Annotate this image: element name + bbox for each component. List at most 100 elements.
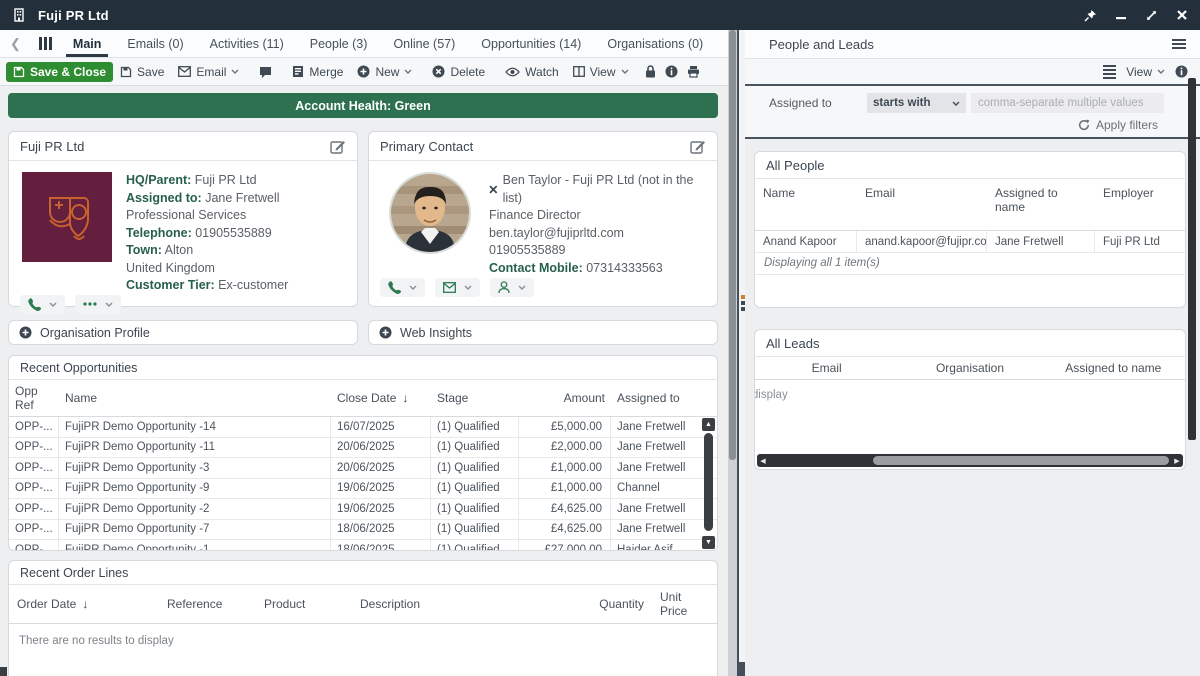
- chevron-down-icon: [952, 101, 960, 106]
- lock-icon[interactable]: [645, 65, 656, 78]
- column-header[interactable]: Order Date↓: [9, 585, 159, 623]
- filter-bar: Assigned to starts with Apply filters: [745, 86, 1200, 139]
- organisation-details: HQ/Parent: Fuji PR Ltd Assigned to: Jane…: [126, 172, 288, 295]
- tab-list-icon[interactable]: [31, 30, 60, 57]
- column-header[interactable]: Quantity: [502, 585, 652, 623]
- column-header[interactable]: Employer: [1095, 179, 1185, 230]
- apply-filters-button[interactable]: Apply filters: [769, 118, 1188, 132]
- organisation-profile-section[interactable]: Organisation Profile: [8, 320, 358, 345]
- tab-emails[interactable]: Emails (0): [114, 30, 196, 57]
- delete-button[interactable]: Delete: [425, 62, 492, 82]
- column-header[interactable]: Name: [59, 380, 331, 416]
- ellipsis-icon: [83, 302, 97, 306]
- menu-icon[interactable]: [1172, 39, 1186, 49]
- right-pane-scrollbar[interactable]: [1188, 78, 1196, 440]
- table-row[interactable]: OPP-...FujiPR Demo Opportunity -320/06/2…: [9, 458, 717, 479]
- close-icon[interactable]: [1176, 9, 1188, 21]
- table-row[interactable]: OPP-...FujiPR Demo Opportunity -219/06/2…: [9, 499, 717, 520]
- column-header[interactable]: Stage: [431, 380, 519, 416]
- filter-value-input[interactable]: [971, 93, 1164, 113]
- column-header[interactable]: Unit Price: [652, 585, 717, 623]
- tab-main[interactable]: Main: [60, 30, 114, 57]
- maximize-icon[interactable]: [1145, 9, 1158, 22]
- table-row[interactable]: OPP-...FujiPR Demo Opportunity -118/06/2…: [9, 540, 717, 550]
- email-button[interactable]: Email: [171, 62, 246, 82]
- filter-operator-select[interactable]: starts with: [867, 93, 966, 113]
- column-header[interactable]: Organisation: [898, 357, 1041, 379]
- column-header[interactable]: Opp Ref: [9, 380, 59, 416]
- column-header[interactable]: Email: [755, 357, 898, 379]
- save-button[interactable]: Save: [113, 62, 171, 82]
- tab-opportunities[interactable]: Opportunities (14): [468, 30, 594, 57]
- save-close-button[interactable]: Save & Close: [6, 62, 113, 82]
- primary-contact-title: Primary Contact: [380, 139, 473, 154]
- table-row[interactable]: OPP-...FujiPR Demo Opportunity -919/06/2…: [9, 479, 717, 500]
- pin-icon[interactable]: [1084, 9, 1097, 22]
- person-action-button[interactable]: [490, 278, 534, 297]
- panel-view-button[interactable]: View: [1124, 62, 1167, 82]
- window-title: Fuji PR Ltd: [38, 8, 109, 23]
- tab-online[interactable]: Online (57): [380, 30, 468, 57]
- watch-button[interactable]: Watch: [498, 62, 566, 82]
- remove-contact-icon[interactable]: [489, 185, 498, 194]
- column-header[interactable]: Close Date↓: [331, 380, 431, 416]
- column-header[interactable]: Reference: [159, 585, 256, 623]
- column-header[interactable]: Email: [857, 179, 987, 230]
- merge-icon: [292, 65, 304, 78]
- pane-splitter[interactable]: [737, 30, 745, 676]
- table-row[interactable]: OPP-...FujiPR Demo Opportunity -718/06/2…: [9, 520, 717, 541]
- column-header[interactable]: Assigned to name: [1042, 357, 1185, 379]
- tabs-back-icon[interactable]: ❮: [0, 30, 31, 57]
- results-count-text: Displaying all 1 item(s): [755, 253, 1185, 275]
- column-header[interactable]: Assigned to name: [987, 179, 1095, 230]
- tab-people[interactable]: People (3): [297, 30, 381, 57]
- info-icon[interactable]: [1175, 65, 1188, 78]
- info-icon[interactable]: [665, 65, 678, 78]
- organisation-card-title: Fuji PR Ltd: [20, 139, 84, 154]
- table-row[interactable]: Anand Kapoor anand.kapoor@fujipr.com Jan…: [755, 231, 1185, 253]
- more-actions-button[interactable]: [75, 295, 121, 314]
- view-button[interactable]: View: [566, 62, 636, 82]
- columns-icon: [573, 66, 585, 77]
- phone-icon: [388, 281, 401, 294]
- column-header[interactable]: Amount: [519, 380, 611, 416]
- list-view-icon: [1103, 65, 1116, 79]
- comment-button[interactable]: [252, 63, 279, 81]
- all-people-title: All People: [766, 158, 825, 173]
- empty-results-text: There are no results to display: [9, 624, 717, 658]
- print-icon[interactable]: [687, 65, 700, 78]
- column-header[interactable]: Product: [256, 585, 352, 623]
- contact-details: Ben Taylor - Fuji PR Ltd (not in the lis…: [489, 172, 707, 278]
- horizontal-scrollbar[interactable]: ◀ ▶: [757, 454, 1183, 467]
- recent-opportunities-card: Recent Opportunities Opp Ref Name Close …: [8, 355, 718, 551]
- scrollbar-thumb: [729, 30, 736, 460]
- column-header[interactable]: Assigned to: [611, 380, 717, 416]
- organisation-profile-label: Organisation Profile: [40, 326, 150, 340]
- save-icon: [13, 66, 25, 78]
- phone-action-button[interactable]: [20, 295, 65, 314]
- phone-action-button[interactable]: [380, 278, 425, 297]
- tab-activities[interactable]: Activities (11): [197, 30, 297, 57]
- all-people-header: Name Email Assigned to name Employer: [755, 179, 1185, 231]
- table-row[interactable]: OPP-...FujiPR Demo Opportunity -1416/07/…: [9, 417, 717, 438]
- left-pane-scrollbar[interactable]: [728, 30, 737, 676]
- table-row[interactable]: OPP-...FujiPR Demo Opportunity -1120/06/…: [9, 438, 717, 459]
- all-leads-title: All Leads: [766, 336, 819, 351]
- eye-icon: [505, 67, 520, 77]
- email-action-button[interactable]: [435, 278, 480, 297]
- tab-organisations[interactable]: Organisations (0): [594, 30, 716, 57]
- minimize-icon[interactable]: [1115, 9, 1127, 21]
- scrollbar-thumb: [873, 456, 1169, 465]
- account-health-banner[interactable]: Account Health: Green: [8, 93, 718, 118]
- new-button[interactable]: New: [350, 62, 419, 82]
- building-icon: [12, 8, 26, 22]
- edit-icon[interactable]: [690, 139, 706, 154]
- window-titlebar: Fuji PR Ltd: [0, 0, 1200, 30]
- edit-icon[interactable]: [330, 139, 346, 154]
- web-insights-section[interactable]: Web Insights: [368, 320, 718, 345]
- merge-button[interactable]: Merge: [285, 62, 350, 82]
- column-header[interactable]: Description: [352, 585, 502, 623]
- opportunities-scrollbar[interactable]: ▲ ▼: [702, 418, 715, 549]
- refresh-icon: [1078, 119, 1090, 131]
- column-header[interactable]: Name: [755, 179, 857, 230]
